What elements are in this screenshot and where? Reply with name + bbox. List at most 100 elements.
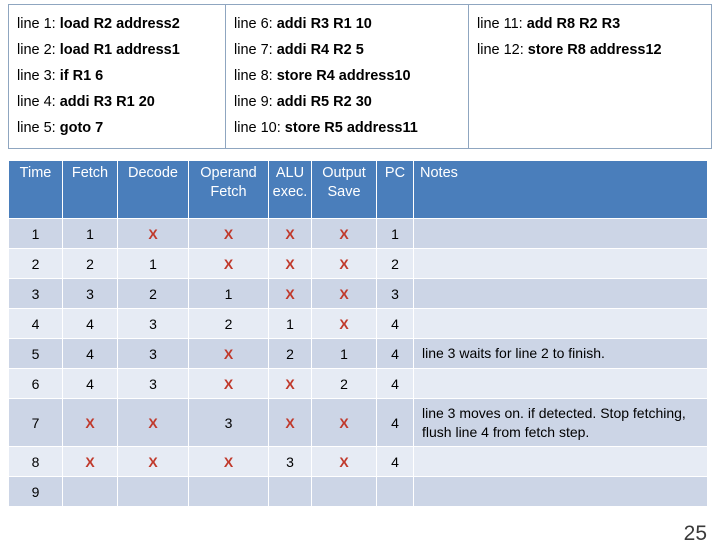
cell-decode: X [117, 218, 189, 249]
table-row: 3321XX3 [8, 278, 708, 309]
cell-pc: 2 [376, 248, 414, 279]
code-line: line 1: load R2 address2 [17, 11, 225, 37]
code-column-3: line 11: add R8 R2 R3 line 12: store R8 a… [469, 5, 711, 148]
code-line-label: line 9: [234, 94, 273, 110]
cell-decode: 3 [117, 338, 189, 369]
table-row: 44321X4 [8, 308, 708, 339]
cell-pc: 4 [376, 308, 414, 339]
cell-output-save: X [311, 446, 377, 477]
cell-alu-exec: X [268, 248, 312, 279]
code-line-instruction: goto 7 [59, 120, 104, 136]
column-header-output-save: Output Save [311, 160, 377, 219]
page-number: 25 [683, 522, 707, 545]
cell-fetch: 2 [62, 248, 118, 279]
column-header-time: Time [8, 160, 63, 219]
cell-time: 5 [8, 338, 63, 369]
cell-alu-exec: 2 [268, 338, 312, 369]
cell-notes [413, 446, 708, 477]
column-header-notes: Notes [413, 160, 708, 219]
code-line-instruction: store R5 address11 [284, 120, 418, 136]
code-line: line 8: store R4 address10 [234, 63, 468, 89]
cell-decode: 1 [117, 248, 189, 279]
cell-alu-exec: X [268, 278, 312, 309]
code-line-instruction: addi R3 R1 20 [59, 94, 155, 110]
cell-fetch: 3 [62, 278, 118, 309]
cell-pc: 1 [376, 218, 414, 249]
cell-operand-fetch: X [188, 446, 269, 477]
table-row: 7 X X 3 X X 4 line 3 moves on. if detected. Sto… [8, 398, 708, 447]
cell-notes [413, 308, 708, 339]
cell-fetch [62, 476, 118, 507]
cell-output-save: 1 [311, 338, 377, 369]
cell-alu-exec: X [268, 368, 312, 399]
cell-time: 4 [8, 308, 63, 339]
code-line-label: line 4: [17, 94, 56, 110]
code-line-label: line 3: [17, 68, 56, 84]
code-line-label: line 11: [477, 16, 523, 32]
cell-decode: 3 [117, 368, 189, 399]
cell-output-save: X [311, 278, 377, 309]
cell-time: 7 [8, 398, 63, 447]
cell-decode: X [117, 398, 189, 447]
code-line: line 9: addi R5 R2 30 [234, 89, 468, 115]
cell-alu-exec: 1 [268, 308, 312, 339]
table-body: 1 1 X X X X 1 2 2 1 X X X 2 3 3 2 1 X X 3 4 4 3 2 1 X 4 5 4 3 X 2 1 4 line … [8, 218, 708, 507]
cell-decode: 2 [117, 278, 189, 309]
code-line-label: line 7: [234, 42, 273, 58]
code-line-instruction: if R1 6 [59, 68, 104, 84]
cell-notes [413, 218, 708, 249]
code-line-instruction: addi R3 R1 10 [276, 16, 372, 32]
cell-pc [376, 476, 414, 507]
cell-notes [413, 368, 708, 399]
code-line-label: line 10: [234, 120, 281, 136]
column-header-pc: PC [376, 160, 414, 219]
code-line-instruction: load R1 address1 [59, 42, 180, 58]
cell-time: 8 [8, 446, 63, 477]
cell-time: 9 [8, 476, 63, 507]
code-line: line 7: addi R4 R2 5 [234, 37, 468, 63]
code-line-instruction: load R2 address2 [59, 16, 180, 32]
cell-decode [117, 476, 189, 507]
code-line-instruction: store R4 address10 [276, 68, 411, 84]
cell-output-save: X [311, 308, 377, 339]
cell-output-save: X [311, 398, 377, 447]
code-line-label: line 8: [234, 68, 273, 84]
code-line-label: line 6: [234, 16, 273, 32]
cell-pc: 4 [376, 398, 414, 447]
column-header-decode: Decode [117, 160, 189, 219]
cell-fetch: 4 [62, 368, 118, 399]
code-line: line 2: load R1 address1 [17, 37, 225, 63]
cell-time: 6 [8, 368, 63, 399]
cell-time: 3 [8, 278, 63, 309]
code-column-2: line 6: addi R3 R1 10 line 7: addi R4 R2 … [226, 5, 469, 148]
code-line-label: line 2: [17, 42, 56, 58]
table-row: 8XXX3X4 [8, 446, 708, 477]
cell-alu-exec [268, 476, 312, 507]
cell-decode: X [117, 446, 189, 477]
table-header: Time Fetch Decode Operand Fetch ALU exec… [8, 160, 708, 219]
table-row: 221XXX2 [8, 248, 708, 279]
code-line-instruction: addi R4 R2 5 [276, 42, 364, 58]
table-row: 11XXXX1 [8, 218, 708, 249]
code-line-label: line 1: [17, 16, 56, 32]
cell-operand-fetch: X [188, 248, 269, 279]
cell-output-save [311, 476, 377, 507]
column-header-fetch: Fetch [62, 160, 118, 219]
cell-output-save: X [311, 218, 377, 249]
cell-fetch: X [62, 398, 118, 447]
cell-notes [413, 476, 708, 507]
cell-notes: line 3 waits for line 2 to finish. [413, 338, 708, 369]
code-line: line 10: store R5 address11 [234, 115, 468, 141]
code-line: line 6: addi R3 R1 10 [234, 11, 468, 37]
table-row: 643XX24 [8, 368, 708, 399]
cell-decode: 3 [117, 308, 189, 339]
cell-time: 1 [8, 218, 63, 249]
cell-pc: 4 [376, 446, 414, 477]
cell-pc: 4 [376, 368, 414, 399]
column-header-operand-fetch: Operand Fetch [188, 160, 269, 219]
cell-pc: 4 [376, 338, 414, 369]
code-line: line 5: goto 7 [17, 115, 225, 141]
pipeline-timing-table: Time Fetch Decode Operand Fetch ALU exec… [8, 160, 708, 507]
cell-time: 2 [8, 248, 63, 279]
cell-fetch: 1 [62, 218, 118, 249]
